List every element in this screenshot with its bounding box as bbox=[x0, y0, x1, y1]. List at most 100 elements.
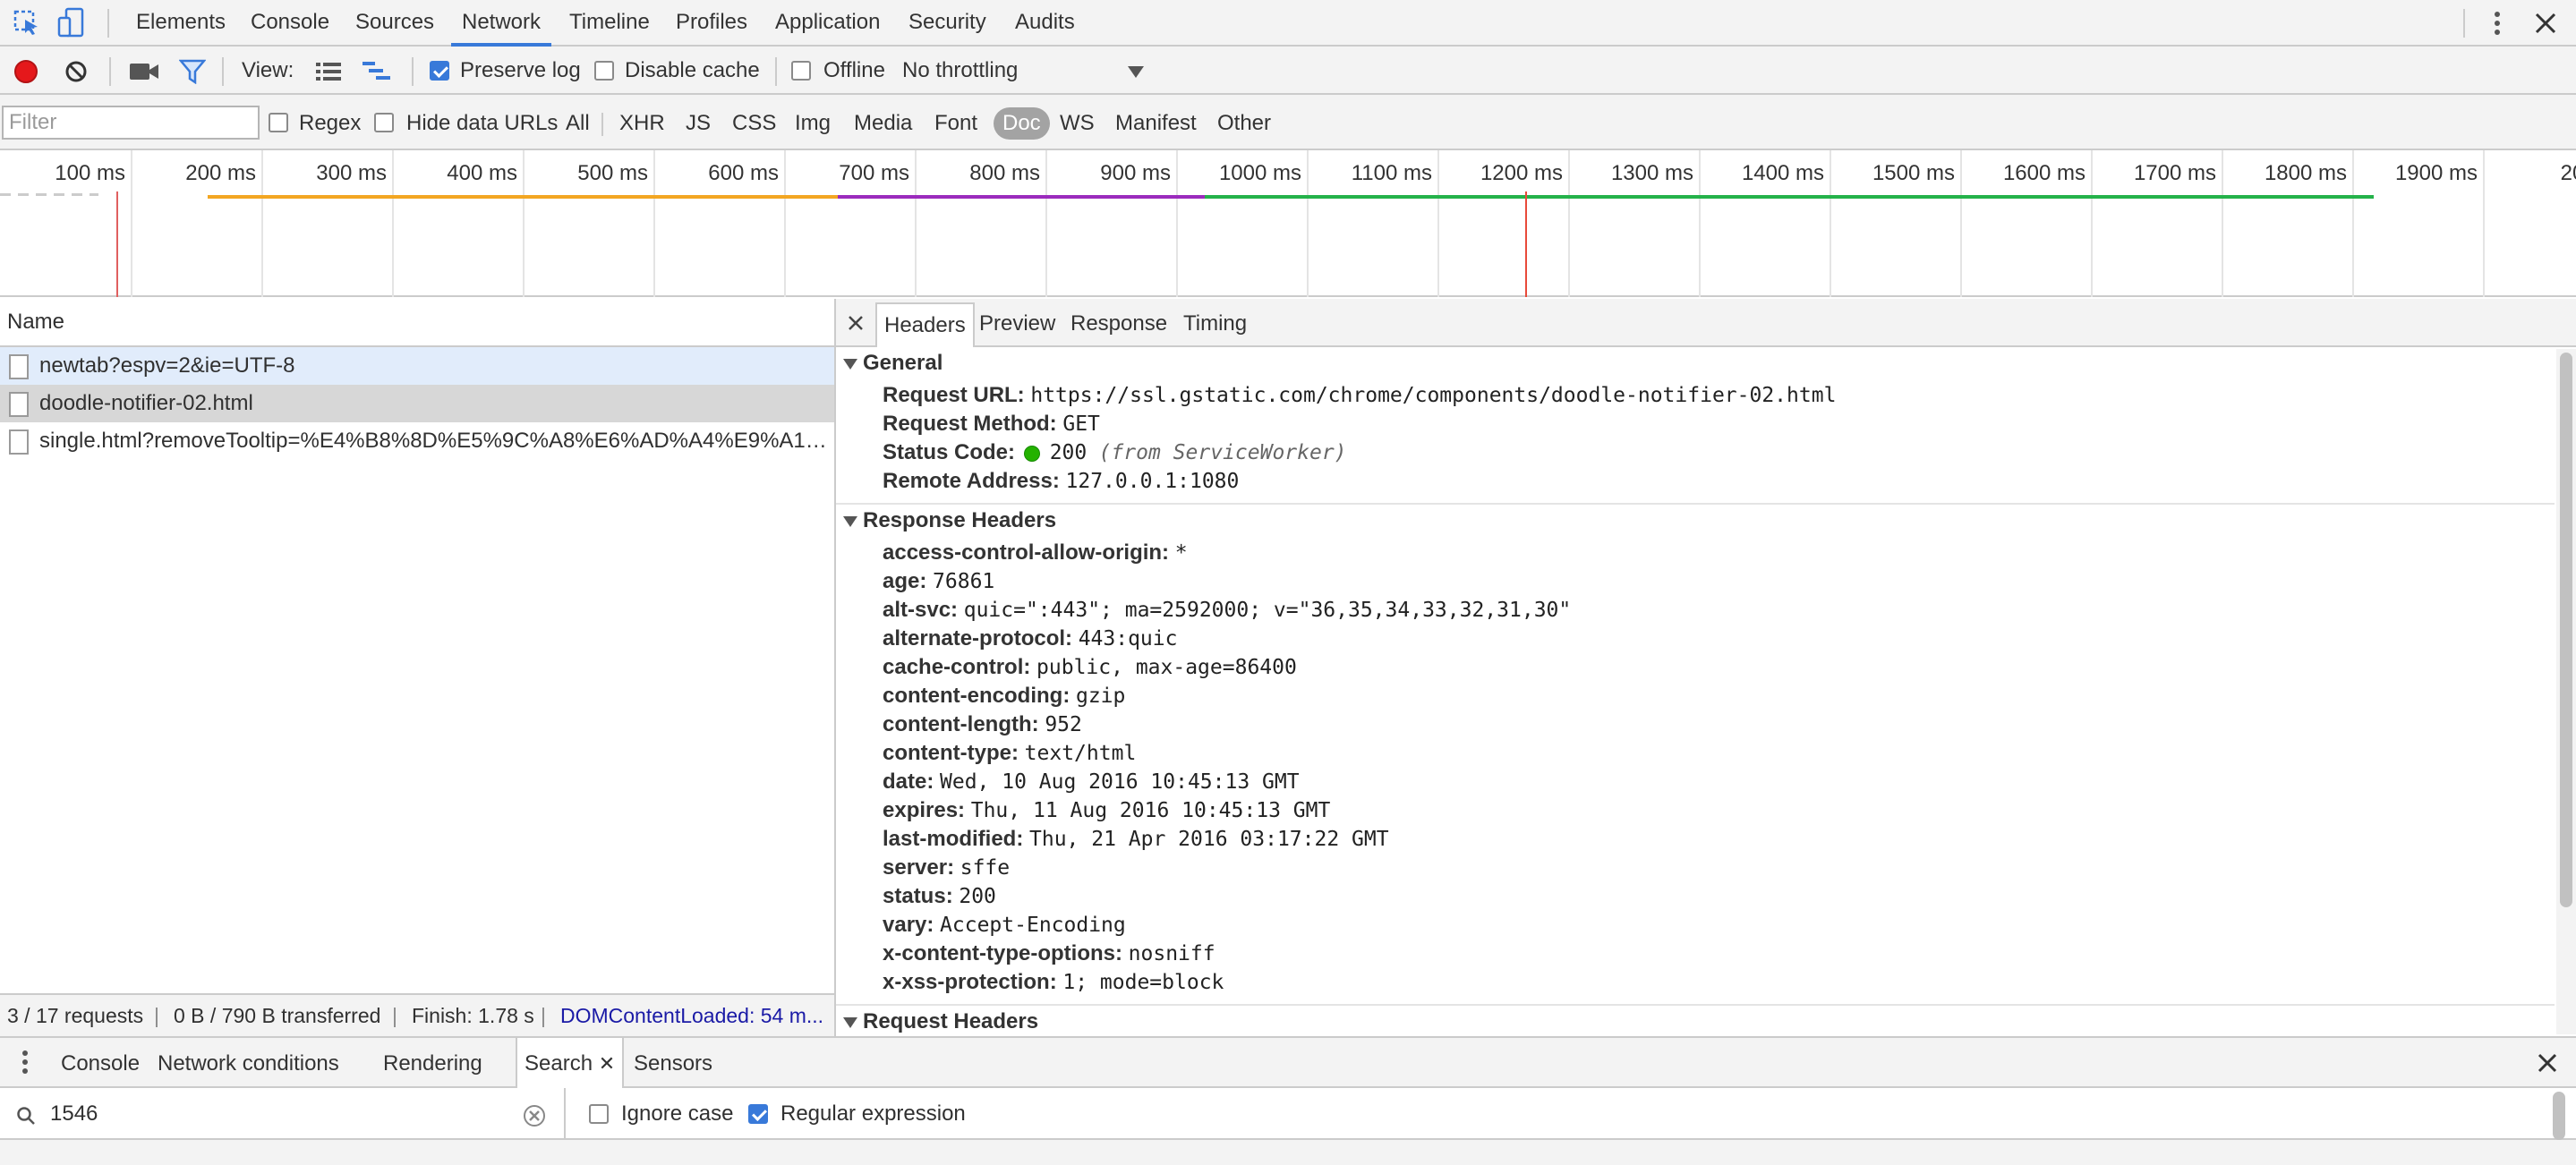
filter-type-img[interactable]: Img bbox=[795, 107, 831, 140]
expand-triangle-icon[interactable] bbox=[843, 358, 857, 370]
network-overview[interactable]: 100 ms 200 ms 300 ms 400 ms 500 ms 600 ms 700 … bbox=[0, 150, 2576, 297]
close-tab-icon[interactable]: ✕ bbox=[599, 1052, 615, 1075]
preserve-log-checkbox[interactable] bbox=[430, 61, 449, 81]
hide-data-urls-label[interactable]: Hide data URLs bbox=[406, 107, 558, 140]
filter-type-manifest[interactable]: Manifest bbox=[1115, 107, 1197, 140]
tab-elements[interactable]: Elements bbox=[136, 0, 226, 45]
filter-type-all[interactable]: All bbox=[566, 107, 590, 140]
tab-preview[interactable]: Preview bbox=[979, 299, 1055, 347]
overview-gridline bbox=[1437, 150, 1439, 297]
device-mode-icon[interactable] bbox=[57, 7, 86, 39]
response-header-row: server: sffe bbox=[883, 854, 1010, 882]
filter-input[interactable] bbox=[2, 106, 260, 140]
filter-type-js[interactable]: JS bbox=[686, 107, 711, 140]
header-name: expires: bbox=[883, 798, 966, 822]
filter-type-xhr[interactable]: XHR bbox=[619, 107, 665, 140]
disable-cache-checkbox[interactable] bbox=[594, 61, 614, 81]
general-section-header[interactable]: General bbox=[843, 351, 943, 376]
header-name: last-modified: bbox=[883, 827, 1024, 851]
header-value: 200 bbox=[959, 885, 996, 908]
header-value: 952 bbox=[1045, 713, 1082, 736]
close-devtools-icon[interactable] bbox=[2533, 11, 2558, 36]
clear-icon[interactable] bbox=[64, 60, 88, 83]
tab-security[interactable]: Security bbox=[908, 0, 986, 45]
regular-expression-label[interactable]: Regular expression bbox=[780, 1088, 966, 1140]
response-header-row: expires: Thu, 11 Aug 2016 10:45:13 GMT bbox=[883, 796, 1330, 825]
drawer-tab-network-conditions[interactable]: Network conditions bbox=[158, 1038, 339, 1088]
request-name: doodle-notifier-02.html bbox=[39, 391, 253, 415]
requests-header: Name bbox=[0, 299, 834, 347]
overview-waterfall-icon[interactable] bbox=[362, 60, 392, 83]
drawer-scrollbar[interactable] bbox=[2553, 1092, 2565, 1140]
large-rows-icon[interactable] bbox=[315, 60, 342, 83]
request-row[interactable]: newtab?espv=2&ie=UTF-8 bbox=[0, 347, 834, 385]
tab-profiles[interactable]: Profiles bbox=[676, 0, 747, 45]
header-value: Thu, 21 Apr 2016 03:17:22 GMT bbox=[1029, 828, 1389, 851]
regex-label[interactable]: Regex bbox=[299, 107, 361, 140]
chevron-down-icon[interactable] bbox=[1128, 66, 1144, 78]
tab-response[interactable]: Response bbox=[1070, 299, 1167, 347]
expand-triangle-icon[interactable] bbox=[843, 515, 857, 527]
search-input[interactable]: 1546 bbox=[50, 1088, 98, 1140]
overview-gridline bbox=[1176, 150, 1178, 297]
drawer-menu-icon[interactable] bbox=[20, 1049, 30, 1076]
transferred-size: 0 B / 790 B transferred bbox=[174, 1004, 381, 1027]
expand-triangle-icon[interactable] bbox=[843, 1016, 857, 1028]
preserve-log-label[interactable]: Preserve log bbox=[460, 47, 581, 95]
clear-search-icon[interactable] bbox=[523, 1104, 546, 1127]
tab-application[interactable]: Application bbox=[775, 0, 880, 45]
ignore-case-label[interactable]: Ignore case bbox=[621, 1088, 733, 1140]
drawer-tab-sensors[interactable]: Sensors bbox=[634, 1038, 712, 1088]
record-icon[interactable] bbox=[14, 60, 38, 83]
filter-type-doc[interactable]: Doc bbox=[994, 107, 1050, 140]
request-row-selected[interactable]: doodle-notifier-02.html bbox=[0, 385, 834, 422]
filter-type-media[interactable]: Media bbox=[854, 107, 912, 140]
offline-checkbox[interactable] bbox=[791, 61, 811, 81]
tab-timeline[interactable]: Timeline bbox=[569, 0, 650, 45]
tab-headers[interactable]: Headers bbox=[875, 302, 975, 347]
drawer-tab-search[interactable]: Search ✕ bbox=[516, 1038, 625, 1088]
overview-tick-label: 1000 ms bbox=[1218, 161, 1301, 185]
close-detail-icon[interactable] bbox=[847, 313, 865, 331]
drawer-tab-rendering[interactable]: Rendering bbox=[383, 1038, 482, 1088]
request-headers-section-header[interactable]: Request Headers bbox=[843, 1009, 1038, 1034]
overview-tick-label: 1800 ms bbox=[2264, 161, 2347, 185]
response-headers-section-header[interactable]: Response Headers bbox=[843, 508, 1056, 533]
close-drawer-icon[interactable] bbox=[2537, 1052, 2558, 1074]
overview-timing-bar bbox=[1205, 195, 2374, 199]
inspect-element-icon[interactable] bbox=[13, 9, 41, 38]
drawer-tab-console[interactable]: Console bbox=[61, 1038, 140, 1088]
offline-label[interactable]: Offline bbox=[823, 47, 885, 95]
filter-type-css[interactable]: CSS bbox=[732, 107, 776, 140]
devtools-main-toolbar: Elements Console Sources Network Timelin… bbox=[0, 0, 2576, 47]
ignore-case-checkbox[interactable] bbox=[589, 1104, 609, 1124]
overview-gridline bbox=[1045, 150, 1047, 297]
tab-network[interactable]: Network bbox=[450, 0, 552, 47]
filter-type-font[interactable]: Font bbox=[934, 107, 977, 140]
header-value: gzip bbox=[1075, 685, 1126, 708]
tab-console[interactable]: Console bbox=[251, 0, 329, 45]
request-name: newtab?espv=2&ie=UTF-8 bbox=[39, 353, 295, 378]
header-name: age: bbox=[883, 569, 927, 593]
capture-screenshots-icon[interactable] bbox=[129, 61, 159, 82]
name-column-header[interactable]: Name bbox=[7, 299, 64, 345]
overview-gridline bbox=[1307, 150, 1309, 297]
filter-type-other[interactable]: Other bbox=[1217, 107, 1271, 140]
regex-checkbox[interactable] bbox=[269, 113, 288, 132]
filter-type-ws[interactable]: WS bbox=[1060, 107, 1095, 140]
hide-data-urls-checkbox[interactable] bbox=[374, 113, 394, 132]
throttling-select[interactable]: No throttling bbox=[902, 47, 1018, 95]
tab-timing[interactable]: Timing bbox=[1183, 299, 1247, 347]
status-ok-icon bbox=[1024, 446, 1040, 462]
tab-sources[interactable]: Sources bbox=[355, 0, 434, 45]
header-name: x-xss-protection: bbox=[883, 970, 1057, 994]
request-row[interactable]: single.html?removeTooltip=%E4%B8%8D%E5%9… bbox=[0, 422, 834, 460]
regular-expression-checkbox[interactable] bbox=[748, 1104, 768, 1124]
filter-icon[interactable] bbox=[178, 59, 207, 85]
header-name: alternate-protocol: bbox=[883, 626, 1073, 651]
disable-cache-label[interactable]: Disable cache bbox=[625, 47, 760, 95]
details-scrollbar[interactable] bbox=[2556, 349, 2576, 1034]
header-name: date: bbox=[883, 770, 934, 794]
tab-audits[interactable]: Audits bbox=[1015, 0, 1075, 45]
more-options-icon[interactable] bbox=[2486, 9, 2508, 38]
